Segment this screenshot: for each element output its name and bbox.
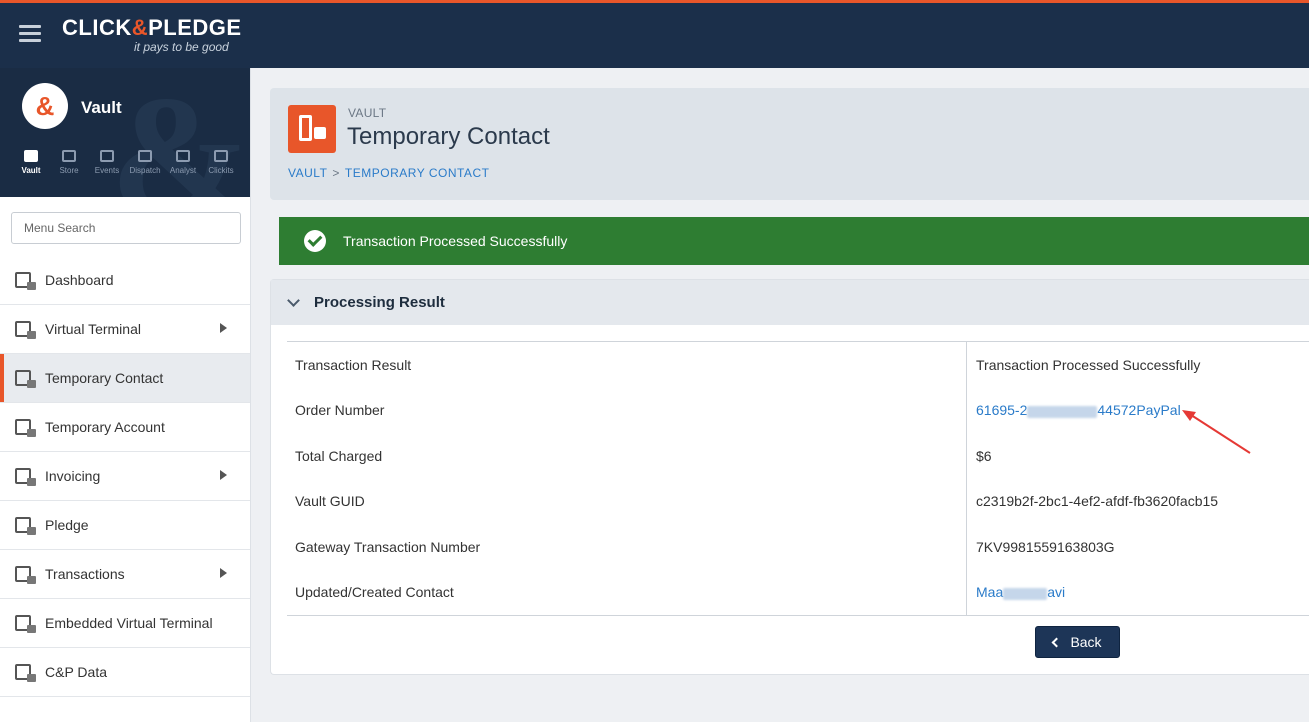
row-value: c2319b2f-2bc1-4ef2-afdf-fb3620facb15	[976, 493, 1219, 510]
expand-arrow-icon[interactable]	[220, 470, 227, 480]
expand-arrow-icon[interactable]	[220, 568, 227, 578]
calendar-icon	[100, 150, 114, 162]
sidebar-header: & & Vault Vault Store Events Dispatch An…	[0, 68, 250, 197]
order-number-link[interactable]: 61695-2 44572PayPal	[967, 402, 1181, 418]
page-kicker: VAULT	[348, 106, 387, 120]
panel-title: Processing Result	[314, 294, 445, 311]
chevron-down-icon[interactable]	[287, 293, 300, 307]
sidebar-item-label: C&P Data	[45, 664, 107, 680]
processing-result-header[interactable]: Processing Result	[271, 280, 1309, 325]
check-circle-icon	[304, 230, 326, 252]
row-label: Order Number	[287, 387, 967, 433]
contact-link[interactable]: Maa avi	[967, 584, 1065, 600]
brand-logo[interactable]: CLICK&PLEDGE it pays to be good	[62, 15, 242, 54]
sidebar-item-label: Embedded Virtual Terminal	[45, 615, 213, 631]
sidebar-item-label: Temporary Account	[45, 419, 165, 435]
sidebar-item-label: Virtual Terminal	[45, 321, 141, 337]
sidebar-item-label: Dashboard	[45, 272, 114, 288]
page-title: Temporary Contact	[347, 123, 550, 150]
table-row: Order Number 61695-2 44572PayPal	[287, 387, 1309, 433]
sidebar: & & Vault Vault Store Events Dispatch An…	[0, 68, 251, 722]
sidebar-item-temporary-account[interactable]: Temporary Account	[0, 403, 250, 452]
table-row: Updated/Created Contact Maa avi	[287, 569, 1309, 615]
page-header: VAULT Temporary Contact VAULT > TEMPORARY …	[270, 88, 1309, 200]
sidebar-item-pledge[interactable]: Pledge	[0, 501, 250, 550]
app-events[interactable]: Events	[88, 150, 126, 175]
background-ampersand-icon: &	[110, 68, 250, 197]
app-clickits[interactable]: Clickits	[202, 150, 240, 175]
sidebar-item-label: Temporary Contact	[45, 370, 164, 386]
chevron-left-icon	[1051, 637, 1062, 647]
sidebar-item-label: Invoicing	[45, 468, 101, 484]
row-label: Vault GUID	[287, 478, 967, 524]
result-table: Transaction Result Transaction Processed…	[287, 341, 1309, 616]
sidebar-item-virtual-terminal[interactable]: Virtual Terminal	[0, 305, 250, 354]
database-icon	[14, 662, 36, 682]
redacted-text	[1027, 405, 1098, 418]
row-value: $6	[976, 447, 992, 464]
sidebar-item-invoicing[interactable]: Invoicing	[0, 452, 250, 501]
app-store[interactable]: Store	[50, 150, 88, 175]
coin-icon	[214, 150, 228, 162]
wallet-icon	[24, 150, 38, 162]
sidebar-item-transactions[interactable]: Transactions	[0, 550, 250, 599]
expand-arrow-icon[interactable]	[220, 323, 227, 333]
invoice-icon	[14, 466, 36, 486]
account-icon	[14, 417, 36, 437]
breadcrumb: VAULT > TEMPORARY CONTACT	[288, 166, 489, 180]
brand-tagline: it pays to be good	[134, 40, 229, 54]
sidebar-item-temporary-contact[interactable]: Temporary Contact	[0, 354, 250, 403]
app-analyst[interactable]: Analyst	[164, 150, 202, 175]
broadcast-icon	[138, 150, 152, 162]
row-label: Transaction Result	[287, 342, 967, 388]
row-label: Gateway Transaction Number	[287, 524, 967, 570]
sidebar-item-embedded-virtual-terminal[interactable]: Embedded Virtual Terminal	[0, 599, 250, 648]
app-vault[interactable]: Vault	[12, 150, 50, 175]
alert-message: Transaction Processed Successfully	[343, 233, 568, 249]
breadcrumb-current[interactable]: TEMPORARY CONTACT	[345, 166, 490, 180]
sidebar-item-label: Transactions	[45, 566, 125, 582]
success-alert: Transaction Processed Successfully	[279, 217, 1309, 265]
bar-chart-icon	[176, 150, 190, 162]
row-label: Total Charged	[287, 433, 967, 479]
hand-icon	[14, 515, 36, 535]
annotation-arrow-icon	[1182, 410, 1251, 454]
sidebar-item-dashboard[interactable]: Dashboard	[0, 256, 250, 305]
processing-result-panel: Processing Result Transaction Result Tra…	[270, 279, 1309, 675]
back-button[interactable]: Back	[1035, 626, 1120, 658]
row-value: 7KV9981559163803G	[976, 538, 1115, 555]
redacted-text	[1003, 587, 1048, 600]
row-label: Updated/Created Contact	[287, 569, 967, 615]
temporary-contact-icon	[288, 105, 336, 153]
app-switcher: Vault Store Events Dispatch Analyst Clic…	[12, 150, 240, 175]
table-row: Gateway Transaction Number 7KV9981559163…	[287, 524, 1309, 570]
sidebar-item-label: Pledge	[45, 517, 89, 533]
top-bar: CLICK&PLEDGE it pays to be good	[0, 0, 1309, 68]
breadcrumb-vault-link[interactable]: VAULT	[288, 166, 327, 180]
module-title: Vault	[81, 98, 122, 117]
dashboard-icon	[14, 270, 36, 290]
menu-search-input[interactable]	[11, 212, 241, 244]
sidebar-item-cp-data[interactable]: C&P Data	[0, 648, 250, 697]
contact-icon	[14, 368, 36, 388]
transactions-icon	[14, 564, 36, 584]
cart-icon	[62, 150, 76, 162]
hamburger-menu-icon[interactable]	[19, 25, 41, 43]
breadcrumb-separator: >	[332, 166, 340, 180]
app-dispatch[interactable]: Dispatch	[126, 150, 164, 175]
embedded-terminal-icon	[14, 613, 36, 633]
vault-logo-icon: &	[22, 83, 68, 129]
table-row: Total Charged $6	[287, 433, 1309, 479]
terminal-icon	[14, 319, 36, 339]
table-row: Vault GUID c2319b2f-2bc1-4ef2-afdf-fb362…	[287, 478, 1309, 524]
row-value: Transaction Processed Successfully	[976, 356, 1201, 373]
table-row: Transaction Result Transaction Processed…	[287, 342, 1309, 388]
